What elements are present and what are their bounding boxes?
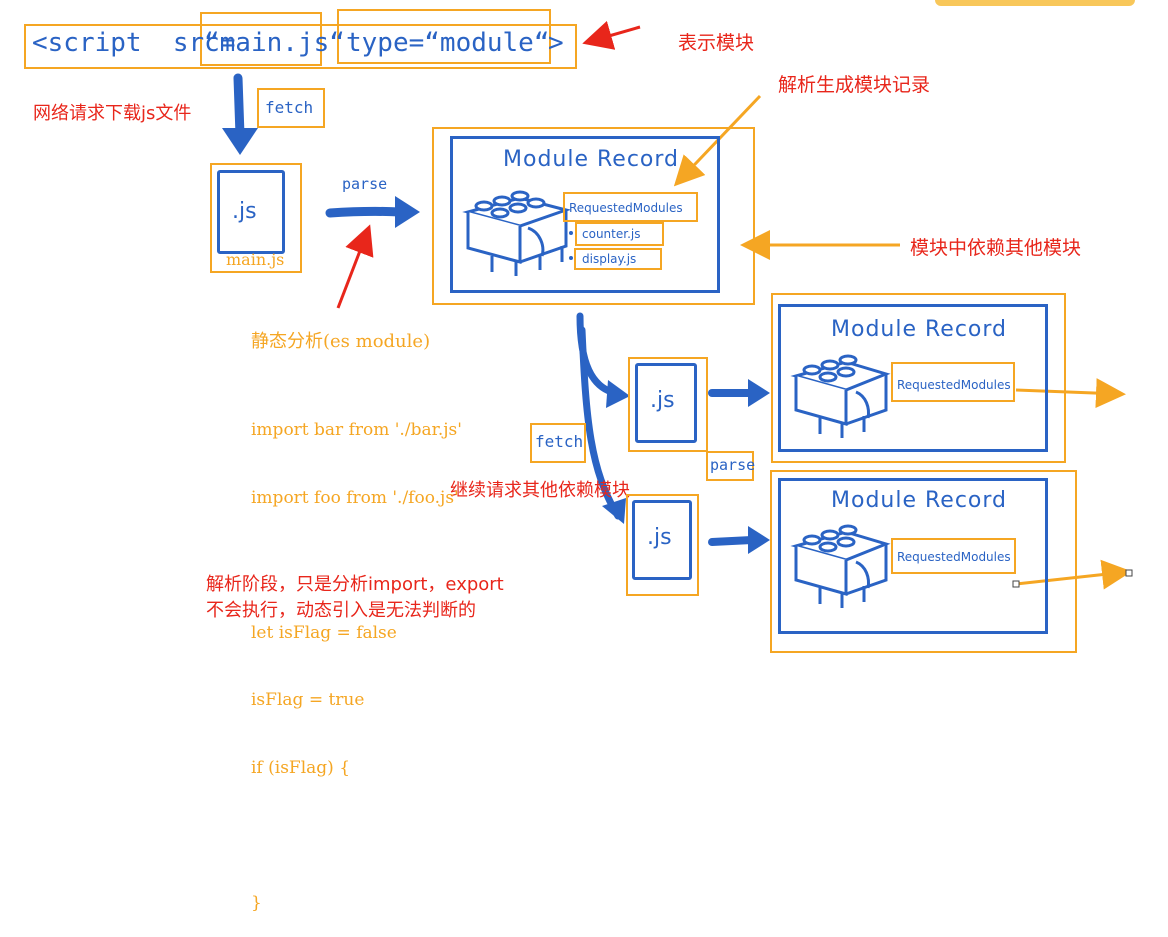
dep-js-ext-1: .js	[650, 388, 675, 413]
dep-js-file-icon-1: .js	[635, 363, 697, 443]
code-line: import bar from './bar.js'	[251, 420, 462, 440]
script-tag-type: type=“module“	[346, 28, 550, 58]
static-analysis-code: import bar from './bar.js' import foo fr…	[251, 374, 462, 937]
code-line: import foo from './foo.js'	[251, 487, 459, 508]
requested-modules-1: RequestedModules	[569, 201, 683, 215]
script-tag-close: >	[548, 28, 564, 58]
parse-top-label: parse	[342, 175, 388, 193]
parse-record-label: 解析生成模块记录	[778, 74, 931, 96]
code-line: if (isFlag) {	[251, 757, 351, 778]
module-meaning-label: 表示模块	[678, 32, 755, 54]
dep-display-js: display.js	[582, 252, 637, 266]
fetch-mid-label: fetch	[535, 432, 584, 451]
requested-modules-3: RequestedModules	[897, 550, 1011, 564]
blue-parse-arrow	[325, 206, 405, 218]
blue-fetch-arrow	[233, 73, 245, 140]
fetch-top-label: fetch	[265, 98, 314, 117]
parse-mid-label: parse	[710, 456, 756, 474]
code-line: isFlag = true	[251, 690, 365, 710]
continue-fetch-label: 继续请求其他依赖模块	[450, 480, 630, 501]
main-js-file-icon: .js	[217, 170, 285, 254]
dep-js-file-icon-2: .js	[632, 500, 692, 580]
red-arrow-parse	[336, 224, 374, 309]
download-label: 网络请求下载js文件	[33, 103, 192, 124]
requested-modules-2: RequestedModules	[897, 378, 1011, 392]
module-record-3-title: Module Record	[831, 488, 1008, 513]
red-arrow-module	[582, 20, 641, 50]
main-js-label: main.js	[226, 250, 285, 269]
code-line: }	[251, 892, 262, 913]
deps-label: 模块中依赖其他模块	[910, 237, 1082, 259]
main-js-ext: .js	[232, 199, 257, 224]
script-tag-src: “main.js“	[204, 28, 345, 58]
module-record-1-title: Module Record	[503, 147, 680, 172]
module-record-2-title: Module Record	[831, 317, 1008, 342]
dep-counter-js: counter.js	[582, 227, 641, 241]
blue-arrow-to-record3	[708, 536, 756, 546]
code-line: let isFlag = false	[251, 622, 397, 643]
static-analysis-heading: 静态分析(es module)	[251, 331, 431, 352]
dep-js-ext-2: .js	[647, 525, 672, 550]
